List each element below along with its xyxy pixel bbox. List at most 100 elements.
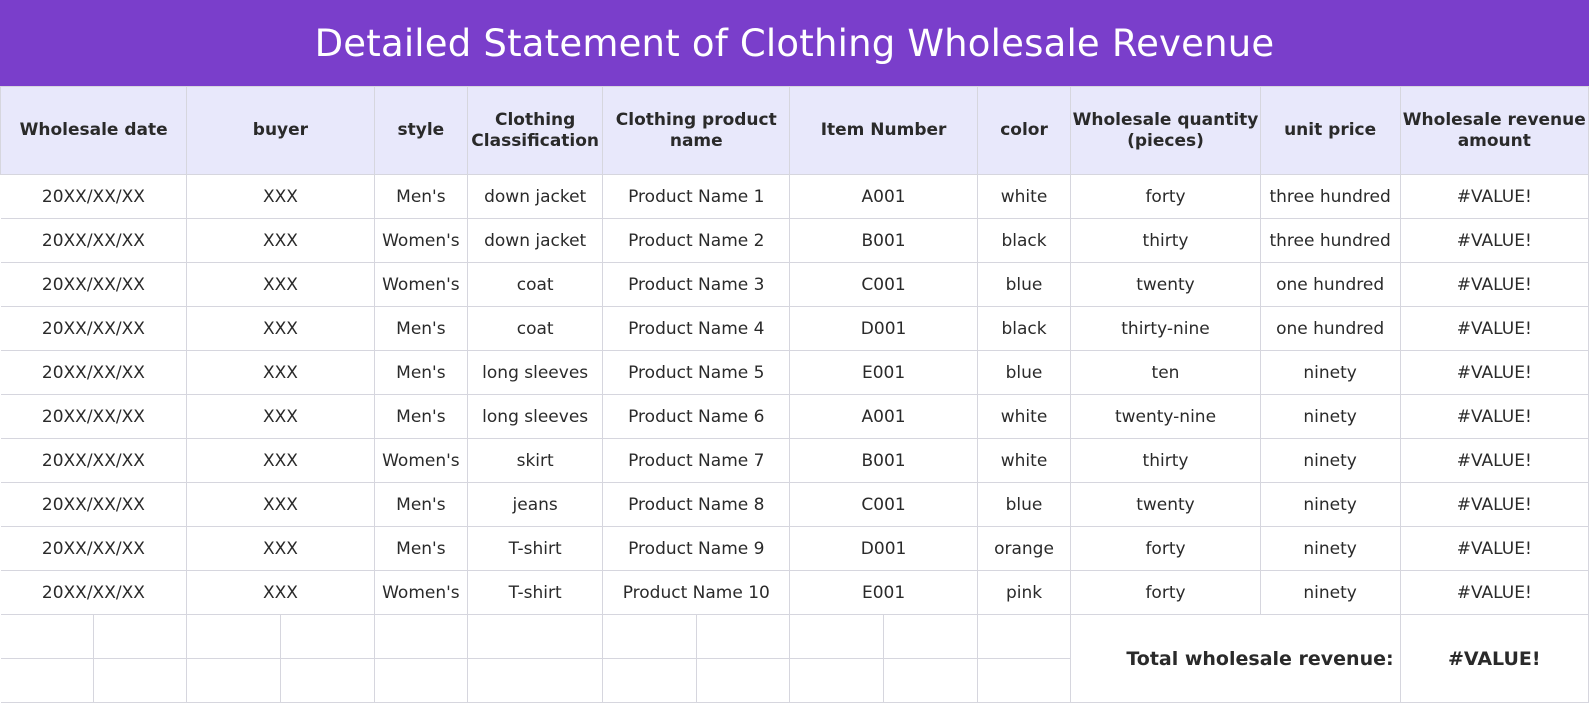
column-header[interactable]: unit price — [1259, 86, 1401, 175]
color-cell[interactable]: blue — [976, 350, 1072, 395]
wholesale-date-cell[interactable]: 20XX/XX/XX — [0, 394, 188, 439]
quantity-cell[interactable]: ten — [1070, 350, 1261, 395]
style-cell[interactable]: Women's — [373, 218, 469, 263]
product-name-cell[interactable]: Product Name 10 — [602, 570, 791, 615]
classification-cell[interactable]: long sleeves — [467, 394, 604, 439]
quantity-cell[interactable]: thirty-nine — [1070, 306, 1261, 351]
column-header[interactable]: Wholesale date — [0, 86, 188, 175]
classification-cell[interactable]: down jacket — [467, 218, 604, 263]
color-cell[interactable]: pink — [976, 570, 1072, 615]
unit-price-cell[interactable]: three hundred — [1259, 218, 1401, 263]
buyer-cell[interactable]: XXX — [186, 482, 375, 527]
empty-cell[interactable] — [467, 614, 604, 659]
empty-cell[interactable] — [789, 658, 885, 703]
item-number-cell[interactable]: B001 — [789, 218, 978, 263]
column-header[interactable]: Item Number — [789, 86, 978, 175]
buyer-cell[interactable]: XXX — [186, 262, 375, 307]
product-name-cell[interactable]: Product Name 9 — [602, 526, 791, 571]
empty-cell[interactable] — [279, 658, 375, 703]
column-header[interactable]: color — [976, 86, 1072, 175]
buyer-cell[interactable]: XXX — [186, 438, 375, 483]
classification-cell[interactable]: coat — [467, 306, 604, 351]
quantity-cell[interactable]: forty — [1070, 174, 1261, 219]
revenue-amount-cell[interactable]: #VALUE! — [1399, 570, 1589, 615]
revenue-amount-cell[interactable]: #VALUE! — [1399, 262, 1589, 307]
style-cell[interactable]: Men's — [373, 174, 469, 219]
empty-cell[interactable] — [467, 658, 604, 703]
wholesale-date-cell[interactable]: 20XX/XX/XX — [0, 350, 188, 395]
classification-cell[interactable]: skirt — [467, 438, 604, 483]
empty-cell[interactable] — [976, 658, 1072, 703]
item-number-cell[interactable]: C001 — [789, 482, 978, 527]
wholesale-date-cell[interactable]: 20XX/XX/XX — [0, 174, 188, 219]
style-cell[interactable]: Men's — [373, 482, 469, 527]
revenue-amount-cell[interactable]: #VALUE! — [1399, 394, 1589, 439]
revenue-amount-cell[interactable]: #VALUE! — [1399, 438, 1589, 483]
empty-cell[interactable] — [373, 658, 469, 703]
classification-cell[interactable]: jeans — [467, 482, 604, 527]
revenue-amount-cell[interactable]: #VALUE! — [1399, 482, 1589, 527]
item-number-cell[interactable]: C001 — [789, 262, 978, 307]
quantity-cell[interactable]: forty — [1070, 526, 1261, 571]
product-name-cell[interactable]: Product Name 1 — [602, 174, 791, 219]
quantity-cell[interactable]: thirty — [1070, 218, 1261, 263]
unit-price-cell[interactable]: three hundred — [1259, 174, 1401, 219]
total-revenue-value[interactable]: #VALUE! — [1399, 614, 1589, 703]
classification-cell[interactable]: long sleeves — [467, 350, 604, 395]
empty-cell[interactable] — [695, 614, 791, 659]
color-cell[interactable]: black — [976, 306, 1072, 351]
quantity-cell[interactable]: twenty — [1070, 482, 1261, 527]
item-number-cell[interactable]: E001 — [789, 570, 978, 615]
product-name-cell[interactable]: Product Name 6 — [602, 394, 791, 439]
unit-price-cell[interactable]: one hundred — [1259, 262, 1401, 307]
product-name-cell[interactable]: Product Name 4 — [602, 306, 791, 351]
buyer-cell[interactable]: XXX — [186, 306, 375, 351]
quantity-cell[interactable]: thirty — [1070, 438, 1261, 483]
empty-cell[interactable] — [976, 614, 1072, 659]
style-cell[interactable]: Women's — [373, 438, 469, 483]
product-name-cell[interactable]: Product Name 8 — [602, 482, 791, 527]
color-cell[interactable]: blue — [976, 262, 1072, 307]
product-name-cell[interactable]: Product Name 3 — [602, 262, 791, 307]
column-header[interactable]: Clothing Classification — [467, 86, 604, 175]
empty-cell[interactable] — [602, 614, 697, 659]
item-number-cell[interactable]: A001 — [789, 394, 978, 439]
color-cell[interactable]: blue — [976, 482, 1072, 527]
product-name-cell[interactable]: Product Name 2 — [602, 218, 791, 263]
classification-cell[interactable]: coat — [467, 262, 604, 307]
column-header[interactable]: buyer — [186, 86, 375, 175]
empty-cell[interactable] — [883, 658, 978, 703]
empty-cell[interactable] — [789, 614, 885, 659]
product-name-cell[interactable]: Product Name 7 — [602, 438, 791, 483]
buyer-cell[interactable]: XXX — [186, 526, 375, 571]
unit-price-cell[interactable]: ninety — [1259, 350, 1401, 395]
item-number-cell[interactable]: B001 — [789, 438, 978, 483]
color-cell[interactable]: black — [976, 218, 1072, 263]
empty-cell[interactable] — [0, 614, 94, 659]
color-cell[interactable]: white — [976, 394, 1072, 439]
item-number-cell[interactable]: D001 — [789, 306, 978, 351]
wholesale-date-cell[interactable]: 20XX/XX/XX — [0, 482, 188, 527]
style-cell[interactable]: Men's — [373, 394, 469, 439]
empty-cell[interactable] — [0, 658, 94, 703]
wholesale-date-cell[interactable]: 20XX/XX/XX — [0, 262, 188, 307]
wholesale-date-cell[interactable]: 20XX/XX/XX — [0, 526, 188, 571]
unit-price-cell[interactable]: one hundred — [1259, 306, 1401, 351]
style-cell[interactable]: Men's — [373, 350, 469, 395]
unit-price-cell[interactable]: ninety — [1259, 394, 1401, 439]
style-cell[interactable]: Men's — [373, 306, 469, 351]
item-number-cell[interactable]: E001 — [789, 350, 978, 395]
empty-cell[interactable] — [92, 614, 188, 659]
classification-cell[interactable]: T-shirt — [467, 570, 604, 615]
wholesale-date-cell[interactable]: 20XX/XX/XX — [0, 218, 188, 263]
style-cell[interactable]: Women's — [373, 262, 469, 307]
style-cell[interactable]: Women's — [373, 570, 469, 615]
empty-cell[interactable] — [186, 614, 281, 659]
column-header[interactable]: Clothing product name — [602, 86, 791, 175]
empty-cell[interactable] — [186, 658, 281, 703]
color-cell[interactable]: white — [976, 174, 1072, 219]
column-header[interactable]: style — [373, 86, 469, 175]
revenue-amount-cell[interactable]: #VALUE! — [1399, 350, 1589, 395]
column-header[interactable]: Wholesale revenue amount — [1399, 86, 1589, 175]
quantity-cell[interactable]: twenty-nine — [1070, 394, 1261, 439]
